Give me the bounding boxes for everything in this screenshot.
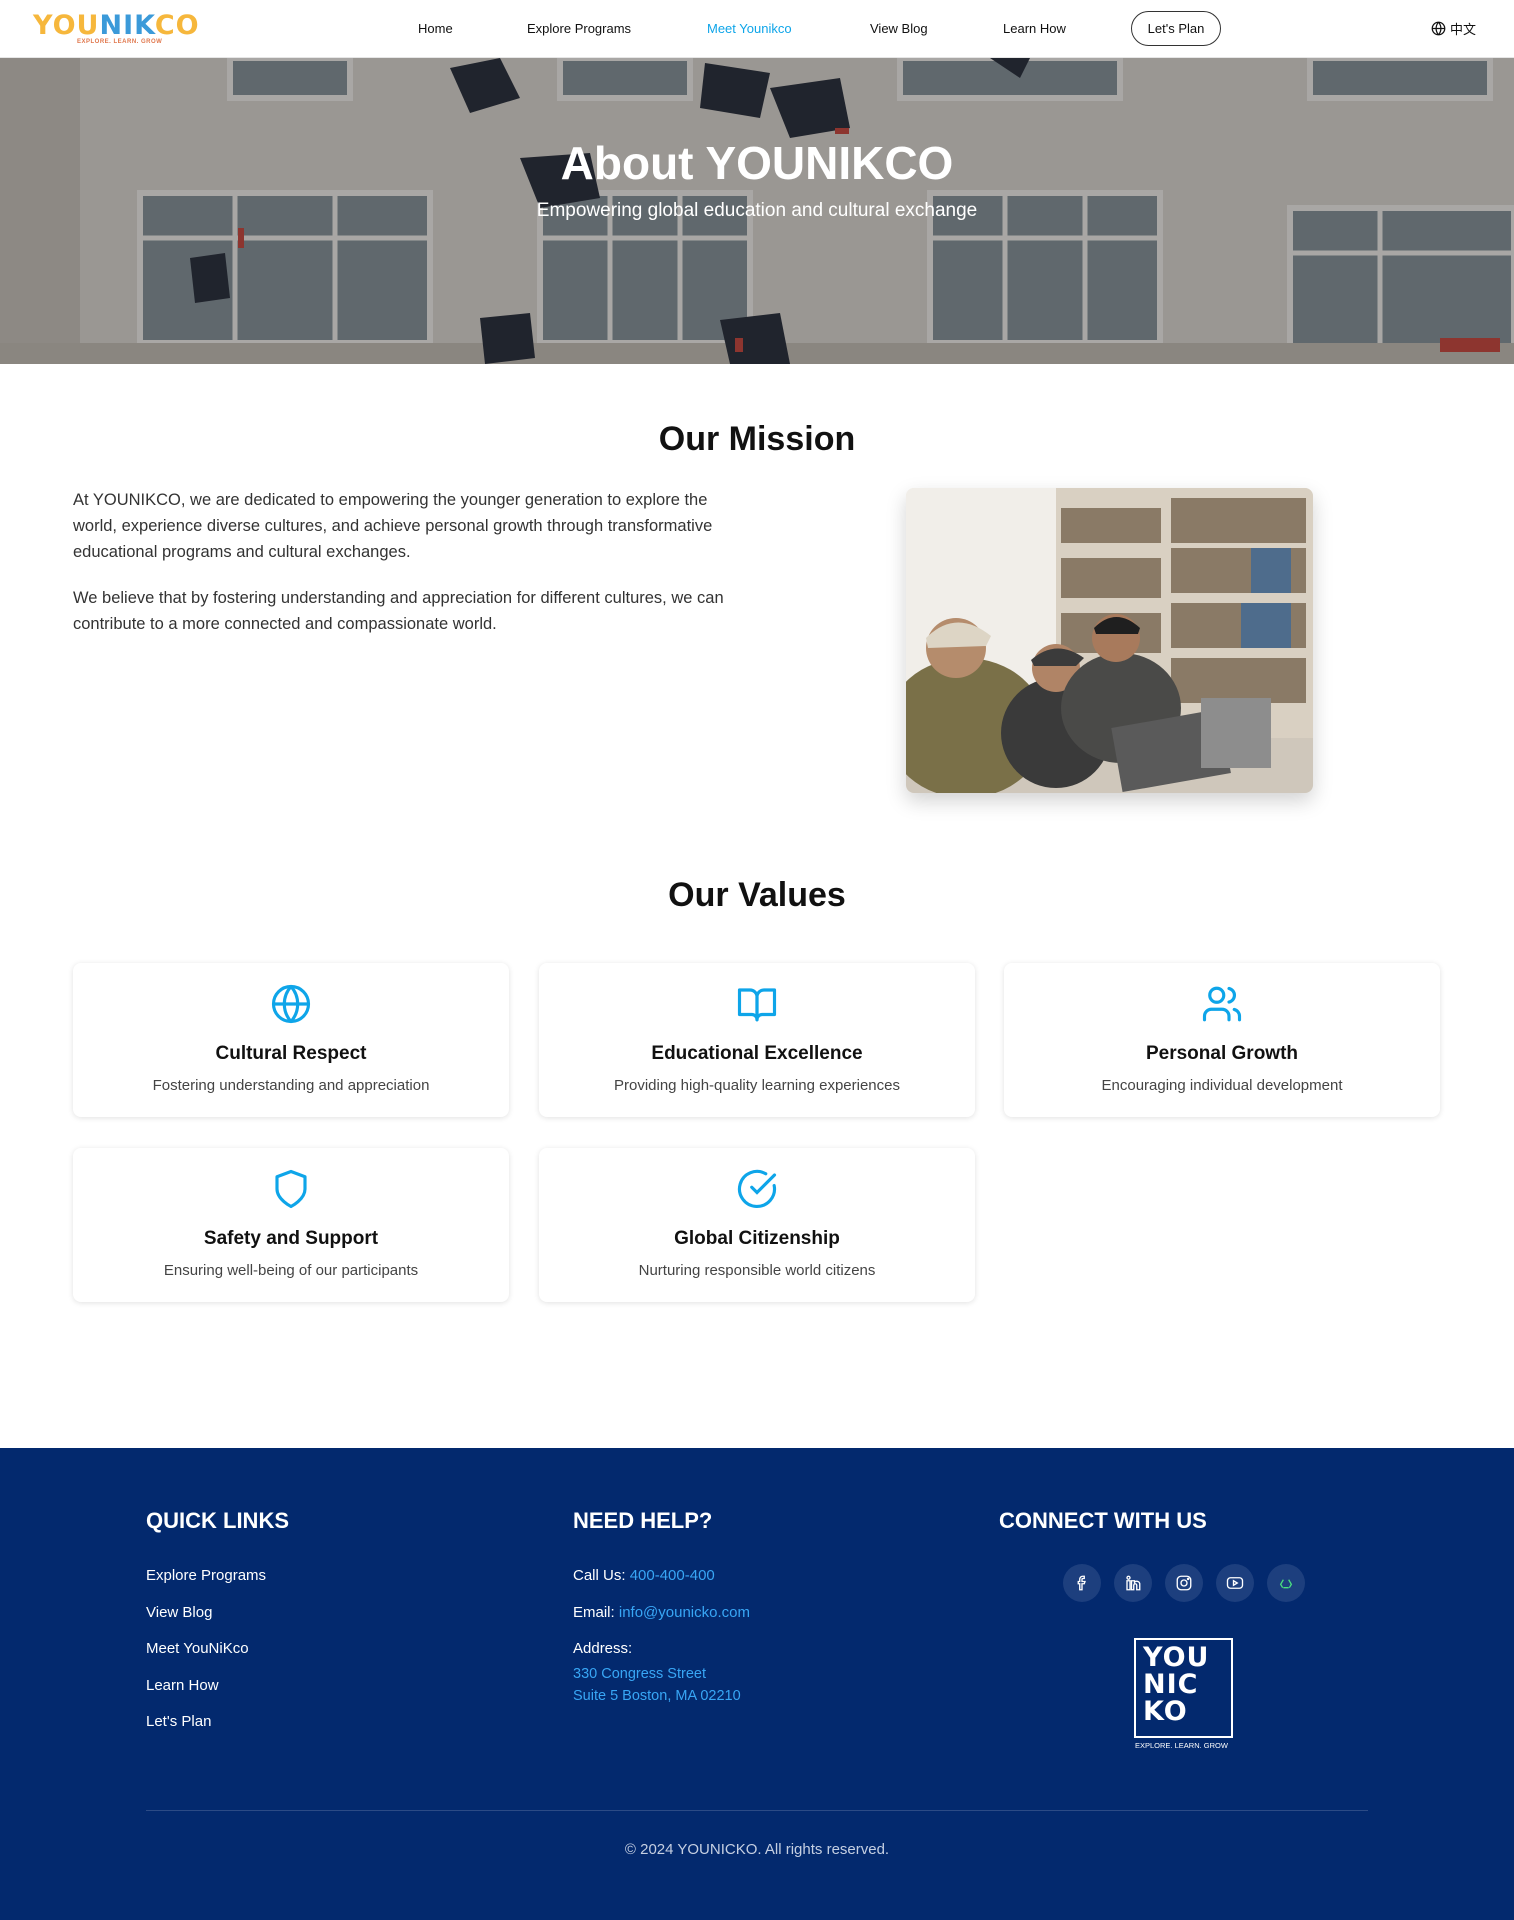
- value-title: Educational Excellence: [651, 1043, 863, 1064]
- email-label: Email:: [573, 1604, 615, 1621]
- book-open-icon: [737, 988, 777, 1022]
- connect-heading: CONNECT WITH US: [999, 1508, 1207, 1533]
- facebook-button[interactable]: [1063, 1564, 1101, 1602]
- phone-link[interactable]: 400-400-400: [630, 1567, 715, 1584]
- mission-photo: [906, 488, 1313, 793]
- site-footer: QUICK LINKS Explore Programs View Blog M…: [0, 1448, 1514, 1920]
- value-card-safety-support: Safety and Support Ensuring well-being o…: [73, 1148, 509, 1302]
- value-card-personal-growth: Personal Growth Encouraging individual d…: [1004, 963, 1440, 1117]
- lets-plan-button[interactable]: Let's Plan: [1131, 11, 1221, 46]
- language-switcher[interactable]: 中文: [1431, 19, 1476, 38]
- shield-icon: [275, 1169, 307, 1209]
- address-line-2[interactable]: Suite 5 Boston, MA 02210: [573, 1688, 741, 1704]
- value-description: Fostering understanding and appreciation: [152, 1077, 430, 1094]
- footer-divider: [146, 1810, 1368, 1811]
- footer-logo-frame: YOU NIC KO: [1134, 1638, 1233, 1738]
- footer-link-explore-programs[interactable]: Explore Programs: [146, 1567, 266, 1584]
- mission-paragraph-2: We believe that by fostering understandi…: [73, 589, 724, 633]
- footer-link-view-blog[interactable]: View Blog: [146, 1604, 212, 1621]
- value-description: Encouraging individual development: [1101, 1077, 1343, 1094]
- copyright-text: © 2024 YOUNICKO. All rights reserved.: [624, 1841, 890, 1858]
- wechat-icon: [1279, 1579, 1293, 1589]
- footer-logo: YOU NIC KO EXPLORE. LEARN. GROW: [1134, 1638, 1234, 1753]
- quick-links-heading: QUICK LINKS: [146, 1508, 289, 1533]
- email-row: Email: info@younicko.com: [573, 1604, 750, 1621]
- linkedin-icon: [1126, 1575, 1141, 1591]
- email-link[interactable]: info@younicko.com: [619, 1604, 750, 1621]
- linkedin-button[interactable]: [1114, 1564, 1152, 1602]
- address-line-1[interactable]: 330 Congress Street: [573, 1666, 706, 1682]
- instagram-button[interactable]: [1165, 1564, 1203, 1602]
- nav-learn-how[interactable]: Learn How: [1003, 21, 1066, 36]
- footer-link-meet-younikco[interactable]: Meet YouNiKco: [146, 1640, 249, 1657]
- value-description: Ensuring well-being of our participants: [163, 1262, 419, 1279]
- address-label: Address:: [573, 1640, 633, 1657]
- value-description: Nurturing responsible world citizens: [638, 1262, 876, 1279]
- footer-logo-wordmark: YOU NIC KO: [1143, 1642, 1210, 1727]
- users-icon: [1202, 986, 1242, 1022]
- wechat-button[interactable]: [1267, 1564, 1305, 1602]
- phone-row: Call Us: 400-400-400: [573, 1567, 715, 1584]
- language-label: 中文: [1450, 23, 1477, 38]
- value-card-cultural-respect: Cultural Respect Fostering understanding…: [73, 963, 509, 1117]
- value-card-global-citizenship: Global Citizenship Nurturing responsible…: [539, 1148, 975, 1302]
- nav-meet-younikco[interactable]: Meet Younikco: [707, 21, 792, 36]
- youtube-button[interactable]: [1216, 1564, 1254, 1602]
- logo-tagline: EXPLORE. LEARN. GROW: [77, 39, 163, 45]
- values-heading: Our Values: [668, 876, 846, 914]
- value-description: Providing high-quality learning experien…: [613, 1077, 900, 1094]
- youtube-icon: [1226, 1577, 1244, 1589]
- value-card-educational-excellence: Educational Excellence Providing high-qu…: [539, 963, 975, 1117]
- hero-title: About YOUNIKCO: [560, 137, 954, 189]
- footer-logo-tagline: EXPLORE. LEARN. GROW: [1135, 1741, 1228, 1750]
- hero-subtitle: Empowering global education and cultural…: [536, 200, 978, 221]
- value-title: Personal Growth: [1145, 1043, 1299, 1064]
- mission-heading: Our Mission: [658, 420, 856, 458]
- nav-home[interactable]: Home: [418, 21, 453, 36]
- mission-paragraph-1: At YOUNIKCO, we are dedicated to empower…: [73, 491, 713, 561]
- footer-link-lets-plan[interactable]: Let's Plan: [146, 1713, 211, 1730]
- brand-logo[interactable]: YOUNIKCO EXPLORE. LEARN. GROW: [33, 12, 203, 48]
- value-title: Safety and Support: [203, 1228, 379, 1249]
- nav-explore-programs[interactable]: Explore Programs: [527, 21, 631, 36]
- value-title: Cultural Respect: [215, 1043, 367, 1064]
- hero-banner: About YOUNIKCO Empowering global educati…: [0, 58, 1514, 364]
- facebook-icon: [1077, 1575, 1086, 1591]
- nav-view-blog[interactable]: View Blog: [870, 21, 928, 36]
- globe-icon: [1431, 21, 1446, 36]
- globe-icon: [271, 984, 311, 1024]
- phone-label: Call Us:: [573, 1567, 626, 1584]
- logo-wordmark: YOUNIKCO: [33, 10, 200, 41]
- check-circle-icon: [737, 1169, 777, 1208]
- footer-link-learn-how[interactable]: Learn How: [146, 1677, 219, 1694]
- need-help-heading: NEED HELP?: [573, 1508, 713, 1533]
- value-title: Global Citizenship: [674, 1228, 840, 1249]
- students-library-image: [906, 488, 1313, 793]
- site-header: YOUNIKCO EXPLORE. LEARN. GROW Home Explo…: [0, 0, 1514, 58]
- instagram-icon: [1176, 1575, 1192, 1591]
